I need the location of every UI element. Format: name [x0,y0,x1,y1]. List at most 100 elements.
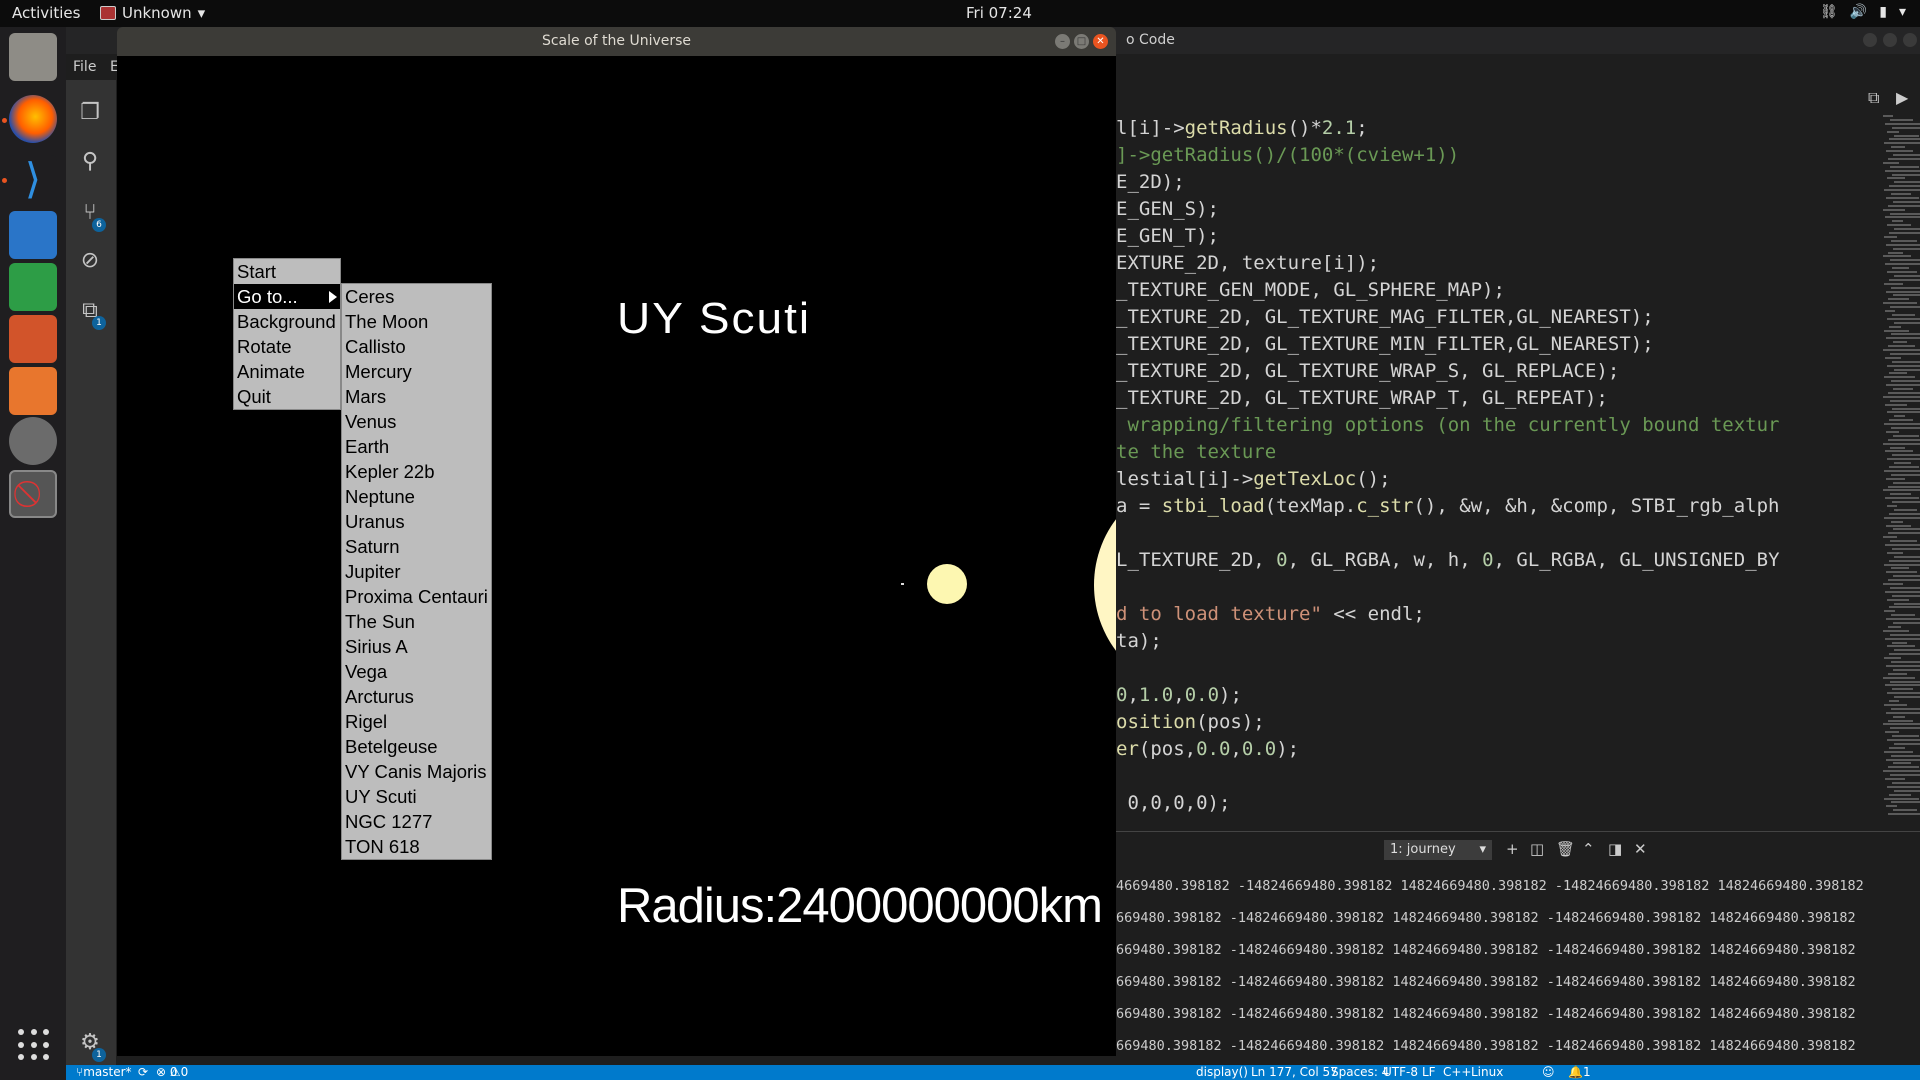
render-canvas[interactable]: UY Scuti Radius:2400000000km [117,56,1116,1056]
software-icon[interactable] [9,367,57,415]
minimap-line [1891,286,1920,289]
sync-icon[interactable]: ⟳ [138,1065,148,1080]
submenu-item-ceres[interactable]: Ceres [342,284,491,309]
code-token: ; [1356,117,1368,139]
menu-item-go-to[interactable]: Go to... [234,284,340,309]
submenu-item-ton-618[interactable]: TON 618 [342,834,491,859]
impress-icon[interactable] [9,315,57,363]
code-token: osition [1116,711,1197,733]
debug-icon[interactable]: ⊘ [77,248,103,274]
feedback-icon[interactable]: ☺ [1542,1065,1555,1080]
submenu-item-mars[interactable]: Mars [342,384,491,409]
minimize-button[interactable]: – [1055,34,1070,49]
cursor-position[interactable]: Ln 177, Col 57 [1251,1065,1338,1080]
indentation[interactable]: Spaces: 4 [1331,1065,1389,1080]
submenu-item-arcturus[interactable]: Arcturus [342,684,491,709]
submenu-item-rigel[interactable]: Rigel [342,709,491,734]
network-icon[interactable]: ⛓ [1820,4,1838,20]
run-icon[interactable]: ▶ [1896,88,1908,107]
system-tray[interactable]: ⛓ 🔊 ▮ ▾ [1820,4,1906,20]
encoding[interactable]: UTF-8 [1383,1065,1418,1080]
submenu-item-kepler-22b[interactable]: Kepler 22b [342,459,491,484]
open-changes-icon[interactable]: ⧉ [1868,88,1879,108]
settings-icon[interactable] [9,417,57,465]
minimize-button[interactable] [1863,33,1877,47]
submenu-item-callisto[interactable]: Callisto [342,334,491,359]
minimap-line [1886,618,1920,621]
submenu-item-mercury[interactable]: Mercury [342,359,491,384]
submenu-item-vega[interactable]: Vega [342,659,491,684]
submenu-item-the-sun[interactable]: The Sun [342,609,491,634]
chevron-up-icon[interactable]: ⌃ [1582,840,1595,858]
menu-arrow-icon[interactable]: ▾ [1899,4,1906,20]
submenu-item-neptune[interactable]: Neptune [342,484,491,509]
menu-item-label: Animate [237,361,305,382]
search-icon[interactable]: ⚲ [77,149,103,175]
code-editor[interactable]: l[i]->getRadius()*2.1;]->getRadius()/(10… [1116,115,1881,831]
submenu-item-ngc-1277[interactable]: NGC 1277 [342,809,491,834]
split-terminal-icon[interactable]: ◫ [1530,840,1544,858]
code-token: 0.0 [1196,738,1231,760]
submenu-item-proxima-centauri[interactable]: Proxima Centauri [342,584,491,609]
minimap-line [1892,641,1907,644]
close-button[interactable] [1903,33,1917,47]
minimap-line [1890,493,1911,496]
close-button[interactable]: ✕ [1093,34,1108,49]
submenu-item-jupiter[interactable]: Jupiter [342,559,491,584]
terminal-output[interactable]: 4669480.398182 -14824669480.398182 14824… [1116,876,1920,1068]
volume-icon[interactable]: 🔊 [1850,4,1867,20]
firefox-icon[interactable] [9,95,57,143]
submenu-item-sirius-a[interactable]: Sirius A [342,634,491,659]
submenu-item-earth[interactable]: Earth [342,434,491,459]
menu-item-quit[interactable]: Quit [234,384,340,409]
submenu-item-the-moon[interactable]: The Moon [342,309,491,334]
app-blocked-icon[interactable]: ⃠ [9,470,57,518]
battery-icon[interactable]: ▮ [1879,4,1887,20]
vscode-icon[interactable]: ⟩ [9,155,57,203]
minimap-line [1892,313,1915,316]
submenu-item-vy-canis-majoris[interactable]: VY Canis Majoris [342,759,491,784]
terminal-select[interactable]: 1: journey ▾ [1384,840,1492,860]
submenu-item-uy-scuti[interactable]: UY Scuti [342,784,491,809]
platform[interactable]: Linux [1471,1065,1503,1080]
menu-file[interactable]: File [73,59,96,75]
submenu-item-betelgeuse[interactable]: Betelgeuse [342,734,491,759]
minimap-line [1886,196,1919,199]
files-icon[interactable] [9,33,57,81]
menu-item-rotate[interactable]: Rotate [234,334,340,359]
app-menu[interactable]: Unknown ▾ [100,4,205,22]
menu-item-background[interactable]: Background [234,309,340,334]
minimap[interactable] [1881,115,1920,831]
maximize-button[interactable]: □ [1074,34,1089,49]
menu-item-start[interactable]: Start [234,259,340,284]
submenu-item-uranus[interactable]: Uranus [342,509,491,534]
calc-icon[interactable] [9,263,57,311]
function-indicator[interactable]: display() [1196,1065,1248,1080]
submenu-item-venus[interactable]: Venus [342,409,491,434]
universe-titlebar[interactable]: Scale of the Universe – □ ✕ [117,27,1116,56]
panel-toolbar: 1: journey ▾ + ◫ 🗑 ⌃ ◨ ✕ [1116,832,1920,868]
minimap-line [1883,583,1903,585]
new-terminal-icon[interactable]: + [1506,840,1519,858]
branch-indicator[interactable]: ⑂ master* [76,1065,132,1080]
activities-button[interactable]: Activities [12,4,80,22]
minimap-line [1888,204,1920,207]
submenu-item-saturn[interactable]: Saturn [342,534,491,559]
writer-icon[interactable] [9,211,57,259]
language-mode[interactable]: C++ [1443,1065,1472,1080]
problems-indicator[interactable]: ⊗ 0 ⚠ 0 [156,1065,188,1080]
toggle-panel-icon[interactable]: ◨ [1608,840,1622,858]
explorer-icon[interactable]: ❐ [77,100,103,126]
menu-item-label: Go to... [237,286,298,307]
line-ending[interactable]: LF [1422,1065,1436,1080]
code-token: (); [1356,468,1391,490]
maximize-button[interactable] [1883,33,1897,47]
close-panel-icon[interactable]: ✕ [1634,840,1647,858]
trash-icon[interactable]: 🗑 [1556,840,1575,858]
clock[interactable]: Fri 07:24 [966,4,1032,22]
show-applications-icon[interactable] [18,1029,50,1061]
bell-icon[interactable]: 🔔 1 [1568,1065,1591,1080]
menu-item-animate[interactable]: Animate [234,359,340,384]
code-token: ); [1276,738,1300,760]
